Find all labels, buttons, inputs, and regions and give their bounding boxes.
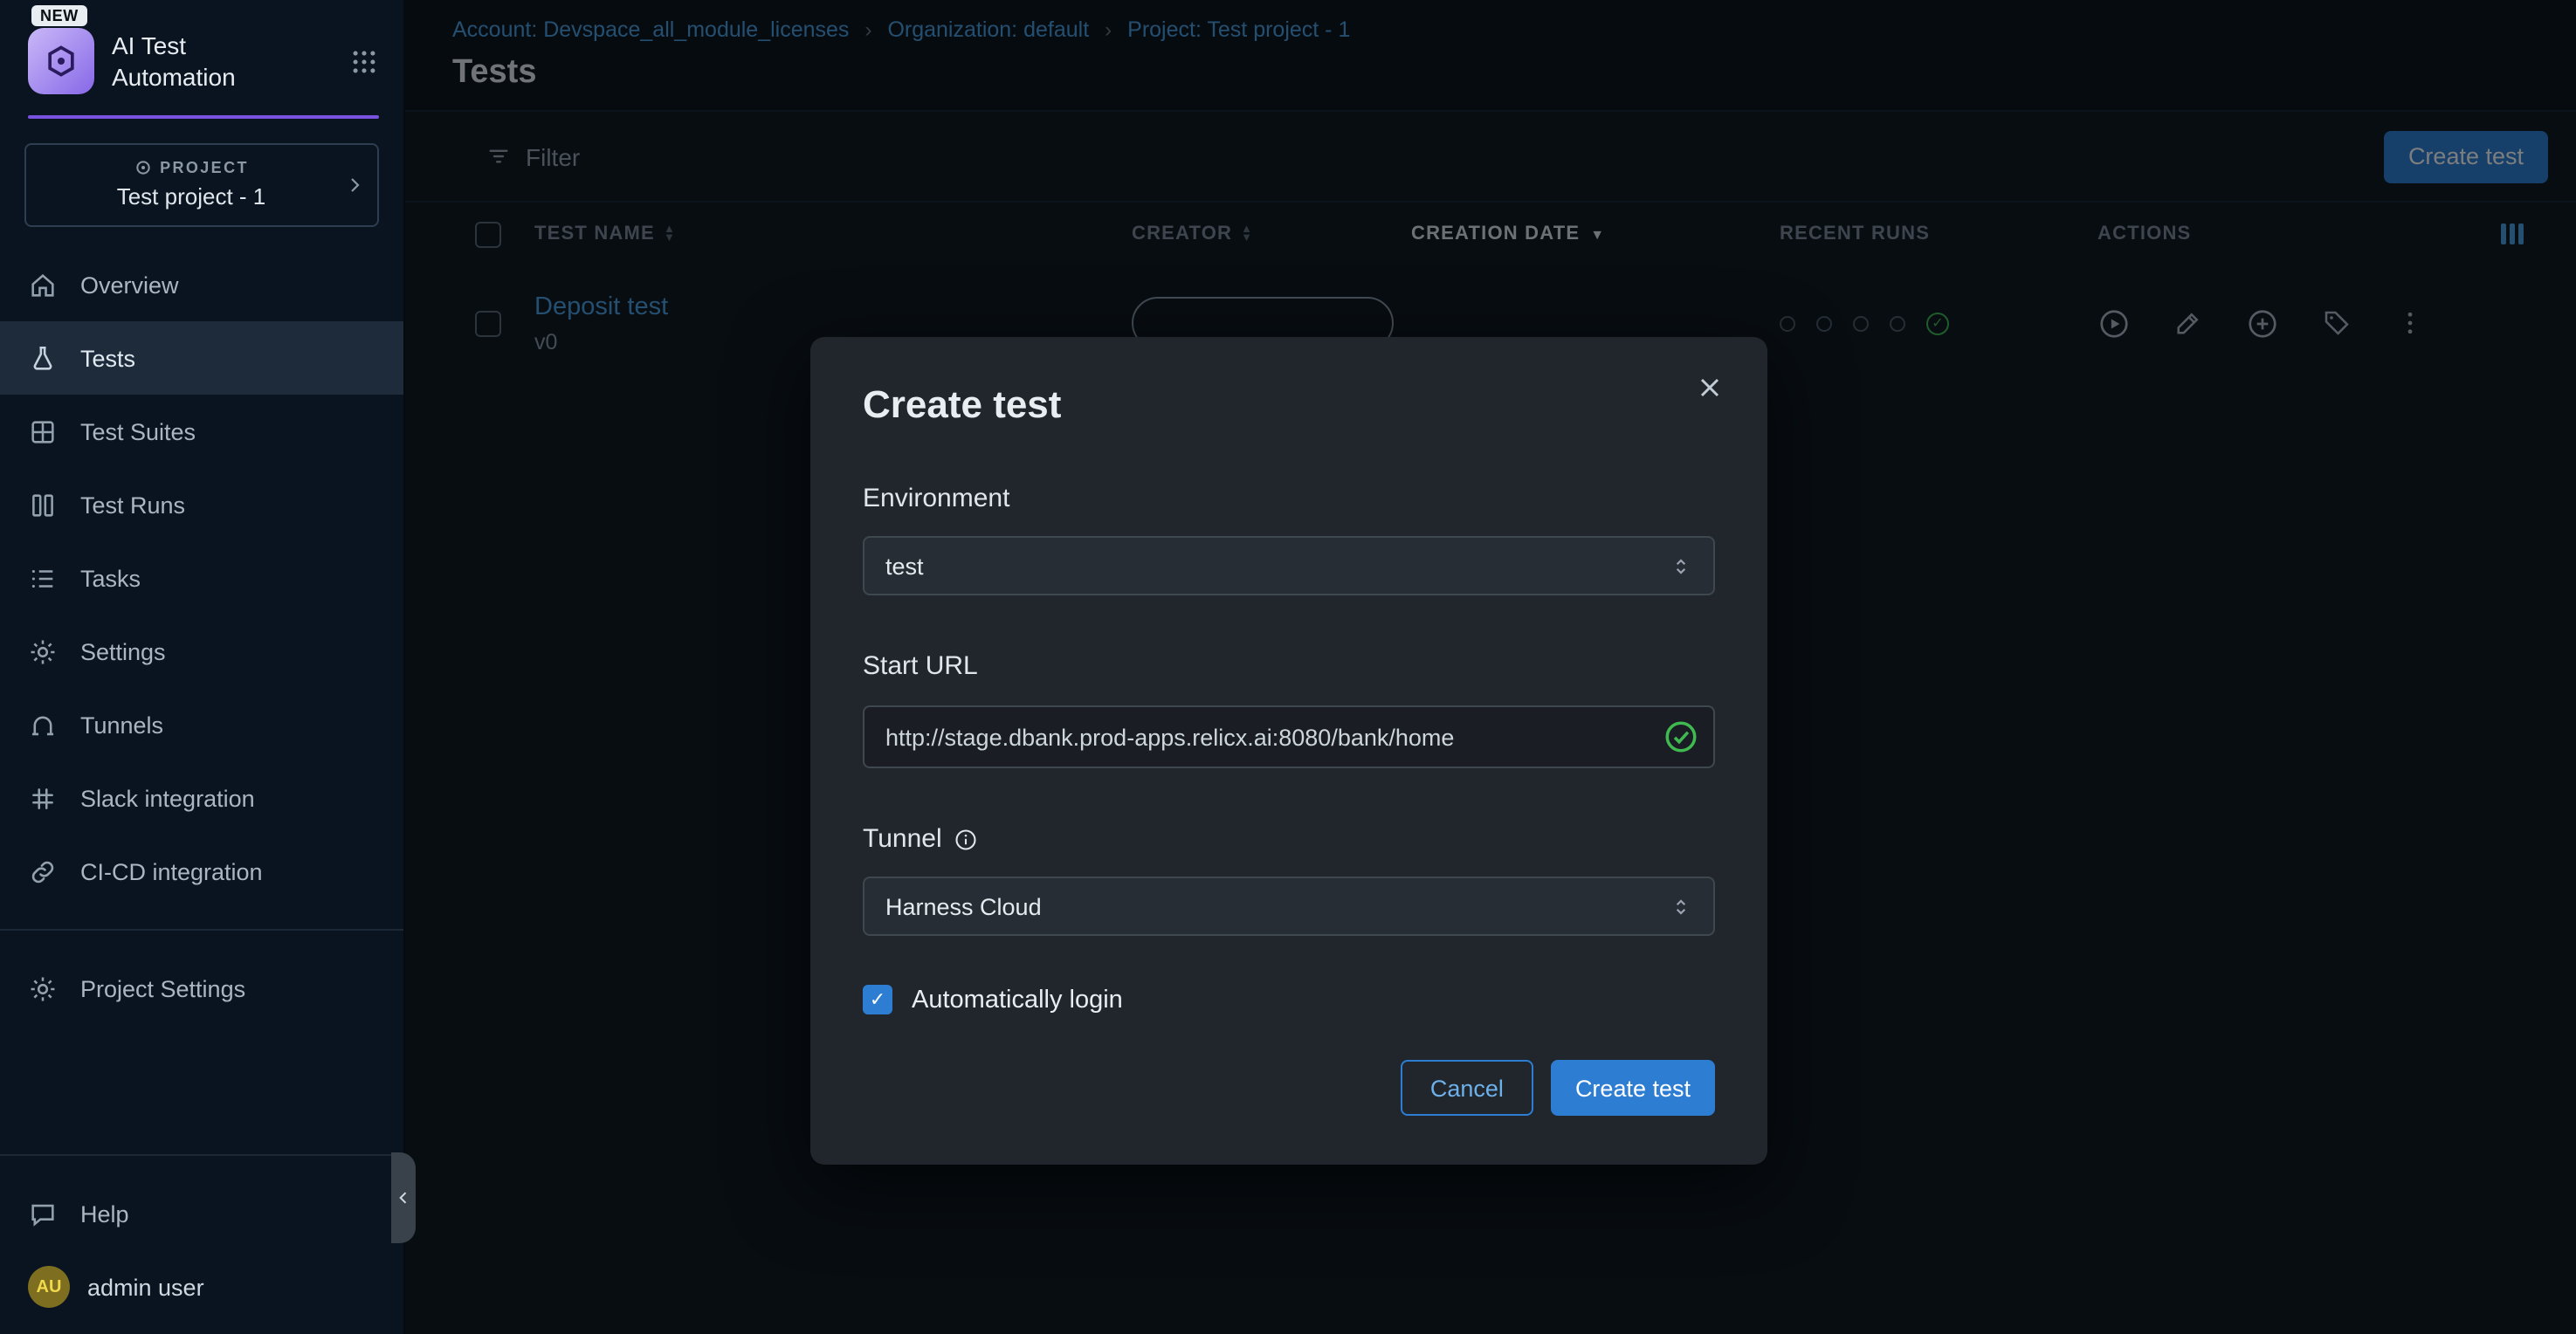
project-label: PROJECT — [160, 159, 249, 176]
valid-check-icon — [1663, 719, 1699, 755]
sidebar-item-settings[interactable]: Settings — [0, 615, 403, 688]
sidebar-item-tasks[interactable]: Tasks — [0, 541, 403, 615]
sidebar-bottom: Help AU admin user — [0, 1133, 403, 1334]
chevron-right-icon — [344, 175, 365, 196]
user-menu[interactable]: AU admin user — [0, 1250, 403, 1334]
sidebar-item-help[interactable]: Help — [0, 1177, 403, 1250]
auto-login-row[interactable]: Automatically login — [863, 985, 1715, 1014]
sidebar-item-label: Tests — [80, 345, 135, 371]
chevron-left-icon — [395, 1189, 412, 1207]
sidebar-item-label: Overview — [80, 272, 179, 298]
create-test-modal: Create test Environment test Start URL T… — [810, 337, 1767, 1165]
auto-login-label: Automatically login — [912, 986, 1123, 1014]
start-url-field-wrap — [863, 705, 1715, 768]
sidebar-item-overview[interactable]: Overview — [0, 248, 403, 321]
gear-icon — [28, 636, 58, 666]
start-url-label: Start URL — [863, 651, 1715, 681]
chevron-updown-icon — [1670, 895, 1692, 918]
module-switcher-icon[interactable] — [349, 46, 379, 76]
sidebar-item-tunnels[interactable]: Tunnels — [0, 688, 403, 761]
logo-glyph — [42, 42, 80, 80]
tunnel-select[interactable]: Harness Cloud — [863, 877, 1715, 936]
project-icon — [134, 159, 151, 176]
sidebar-item-label: Tasks — [80, 565, 141, 591]
sidebar-item-project-settings[interactable]: Project Settings — [0, 952, 403, 1025]
modal-create-test-button[interactable]: Create test — [1551, 1060, 1715, 1116]
home-icon — [28, 270, 58, 299]
sidebar-item-cicd-integration[interactable]: CI-CD integration — [0, 835, 403, 908]
app-window: NEW AI Test Automation — [0, 0, 2576, 1334]
sidebar-item-label: Test Runs — [80, 492, 185, 518]
sidebar-item-label: Test Suites — [80, 418, 196, 444]
link-icon — [28, 856, 58, 886]
brand-underline — [28, 115, 379, 119]
app-logo — [28, 28, 94, 94]
environment-select[interactable]: test — [863, 536, 1715, 595]
chevron-updown-icon — [1670, 554, 1692, 577]
new-badge: NEW — [31, 5, 87, 26]
grid-icon — [28, 416, 58, 446]
modal-footer: Cancel Create test — [863, 1060, 1715, 1116]
sidebar-item-tests[interactable]: Tests — [0, 321, 403, 395]
tunnel-icon — [28, 710, 58, 739]
project-name: Test project - 1 — [44, 183, 339, 210]
chat-bubble-icon — [28, 1199, 58, 1228]
avatar: AU — [28, 1266, 70, 1308]
user-name: admin user — [87, 1274, 204, 1300]
flask-icon — [28, 343, 58, 373]
environment-label: Environment — [863, 484, 1715, 513]
sidebar-item-slack-integration[interactable]: Slack integration — [0, 761, 403, 835]
tunnel-label: Tunnel — [863, 824, 1715, 854]
project-label-row: PROJECT — [44, 159, 339, 176]
modal-title: Create test — [863, 382, 1715, 428]
project-selector[interactable]: PROJECT Test project - 1 — [24, 143, 379, 227]
sidebar-item-test-suites[interactable]: Test Suites — [0, 395, 403, 468]
sidebar-item-label: CI-CD integration — [80, 858, 263, 884]
start-url-input[interactable] — [863, 705, 1715, 768]
sidebar-divider — [0, 1154, 403, 1156]
sidebar: NEW AI Test Automation — [0, 0, 405, 1334]
sidebar-item-label: Settings — [80, 638, 166, 664]
sidebar-item-label: Tunnels — [80, 712, 163, 738]
gear-icon — [28, 973, 58, 1003]
slack-icon — [28, 783, 58, 813]
sidebar-item-label: Help — [80, 1200, 129, 1227]
list-icon — [28, 563, 58, 593]
app-title: AI Test Automation — [112, 30, 262, 93]
tunnel-value: Harness Cloud — [885, 893, 1042, 919]
sidebar-nav: Overview Tests Test Suites Test Runs Tas… — [0, 248, 403, 1025]
columns-bars-icon — [28, 490, 58, 519]
sidebar-item-label: Slack integration — [80, 785, 255, 811]
environment-value: test — [885, 553, 924, 579]
auto-login-checkbox[interactable] — [863, 985, 892, 1014]
info-icon[interactable] — [954, 827, 979, 851]
sidebar-collapse-handle[interactable] — [391, 1152, 416, 1243]
sidebar-item-test-runs[interactable]: Test Runs — [0, 468, 403, 541]
close-icon[interactable] — [1694, 372, 1725, 403]
sidebar-item-label: Project Settings — [80, 975, 245, 1001]
cancel-button[interactable]: Cancel — [1401, 1060, 1533, 1116]
sidebar-divider — [0, 929, 403, 931]
